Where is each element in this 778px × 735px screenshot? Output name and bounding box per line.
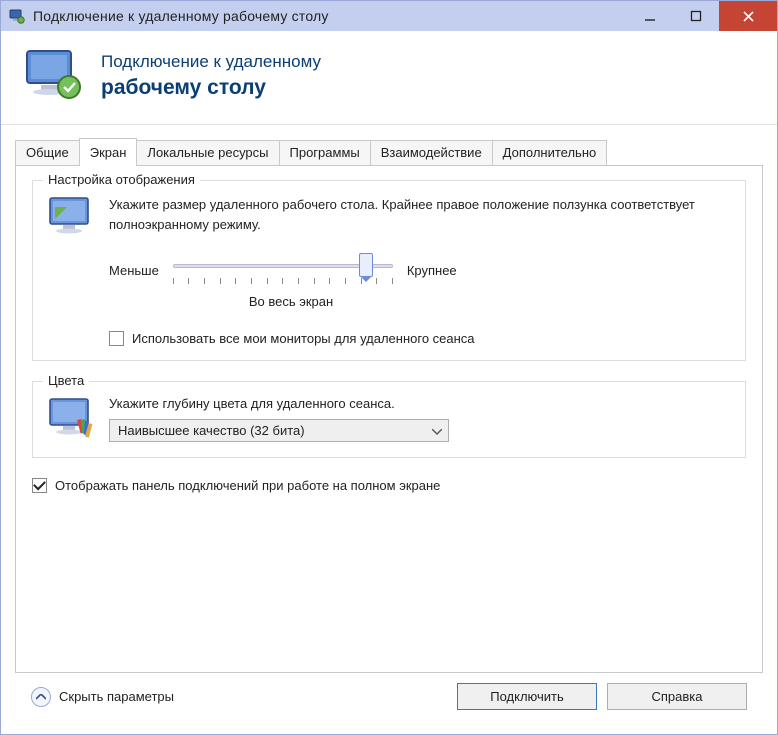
slider-caption: Во весь экран [181, 294, 401, 309]
all-monitors-checkbox[interactable] [109, 331, 124, 346]
group-colors-legend: Цвета [43, 373, 89, 388]
connection-bar-checkbox-row: Отображать панель подключений при работе… [32, 478, 746, 493]
resolution-slider-row: Меньше Крупн [109, 256, 731, 284]
all-monitors-checkbox-row: Использовать все мои мониторы для удален… [109, 331, 731, 346]
color-depth-selected: Наивысшее качество (32 бита) [118, 423, 305, 438]
rdp-icon [21, 47, 85, 106]
hide-options-link[interactable]: Скрыть параметры [31, 687, 174, 707]
window-root: Подключение к удаленному рабочему столу [0, 0, 778, 735]
colors-description: Укажите глубину цвета для удаленного сеа… [109, 396, 731, 411]
connect-button[interactable]: Подключить [457, 683, 597, 710]
slider-min-label: Меньше [109, 263, 159, 278]
hide-options-label: Скрыть параметры [59, 689, 174, 704]
chevron-up-icon [31, 687, 51, 707]
body: Общие Экран Локальные ресурсы Программы … [1, 125, 777, 734]
all-monitors-label: Использовать все мои мониторы для удален… [132, 331, 475, 346]
tab-advanced[interactable]: Дополнительно [492, 140, 608, 165]
title-bar: Подключение к удаленному рабочему столу [1, 1, 777, 31]
banner: Подключение к удаленному рабочему столу [1, 31, 777, 125]
monitor-icon [47, 195, 95, 242]
window-buttons [627, 1, 777, 31]
tab-programs[interactable]: Программы [279, 140, 371, 165]
group-display-legend: Настройка отображения [43, 172, 200, 187]
banner-line2: рабочему столу [101, 74, 321, 102]
display-description: Укажите размер удаленного рабочего стола… [109, 195, 731, 234]
tab-experience[interactable]: Взаимодействие [370, 140, 493, 165]
resolution-slider[interactable] [173, 256, 393, 284]
connection-bar-checkbox[interactable] [32, 478, 47, 493]
group-display-settings: Настройка отображения Укажите размер уда… [32, 180, 746, 361]
tab-local-resources[interactable]: Локальные ресурсы [136, 140, 279, 165]
color-depth-combo[interactable]: Наивысшее качество (32 бита) [109, 419, 449, 442]
tab-display[interactable]: Экран [79, 138, 138, 166]
banner-line1: Подключение к удаленному [101, 51, 321, 74]
help-button[interactable]: Справка [607, 683, 747, 710]
window-title: Подключение к удаленному рабочему столу [33, 8, 627, 24]
group-colors: Цвета [32, 381, 746, 458]
close-button[interactable] [719, 1, 777, 31]
tab-general[interactable]: Общие [15, 140, 80, 165]
footer: Скрыть параметры Подключить Справка [15, 673, 763, 726]
rdp-icon [9, 8, 25, 24]
tab-strip: Общие Экран Локальные ресурсы Программы … [15, 137, 763, 165]
slider-max-label: Крупнее [407, 263, 457, 278]
maximize-button[interactable] [673, 1, 719, 31]
monitor-palette-icon [47, 396, 95, 443]
minimize-button[interactable] [627, 1, 673, 31]
tab-panel-display: Настройка отображения Укажите размер уда… [15, 165, 763, 673]
banner-text: Подключение к удаленному рабочему столу [101, 51, 321, 102]
slider-thumb[interactable] [359, 253, 373, 277]
connection-bar-label: Отображать панель подключений при работе… [55, 478, 440, 493]
chevron-down-icon [432, 423, 442, 438]
